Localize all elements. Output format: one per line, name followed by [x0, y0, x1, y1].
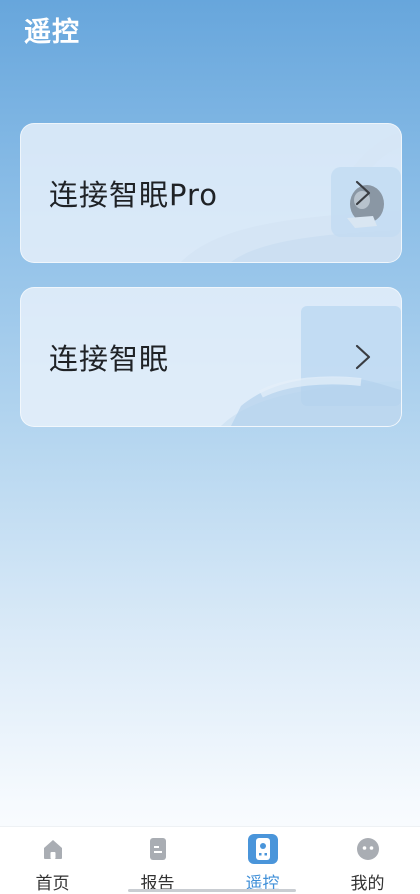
connect-pro-label: 连接智眠Pro [49, 178, 219, 212]
chevron-right-icon [355, 344, 371, 370]
tab-home-label: 首页 [35, 874, 70, 894]
tab-profile-label: 我的 [350, 874, 385, 894]
bottom-tab-bar: 首页 报告 遥控 我的 [0, 826, 420, 894]
home-icon [37, 833, 69, 865]
chevron-right-icon [355, 180, 371, 206]
home-indicator [128, 889, 296, 892]
tab-remote[interactable]: 遥控 [210, 827, 315, 894]
tab-home[interactable]: 首页 [0, 827, 105, 894]
tab-report[interactable]: 报告 [105, 827, 210, 894]
remote-icon [247, 833, 279, 865]
tab-profile[interactable]: 我的 [315, 827, 420, 894]
profile-icon [352, 833, 384, 865]
connect-basic-card[interactable]: 连接智眠 [20, 287, 402, 427]
page-title: 遥控 [24, 17, 80, 48]
connect-basic-label: 连接智眠 [49, 342, 170, 376]
connect-pro-card[interactable]: 连接智眠Pro [20, 123, 402, 263]
report-icon [142, 833, 174, 865]
